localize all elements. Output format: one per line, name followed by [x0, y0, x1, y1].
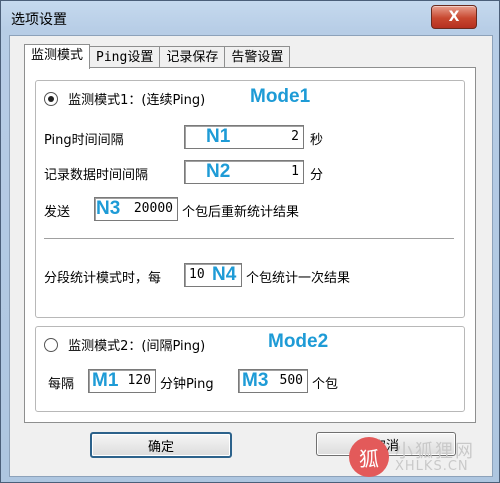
mode2-radio[interactable] — [44, 338, 58, 352]
close-button[interactable]: X — [431, 5, 477, 29]
ok-button[interactable]: 确定 — [90, 432, 232, 458]
tab-monitor-mode[interactable]: 监测模式 — [24, 44, 91, 69]
mode1-radio[interactable] — [44, 92, 58, 106]
title-bar[interactable]: 选项设置 X — [1, 1, 499, 35]
mode2-label: 监测模式2：(间隔Ping) — [68, 339, 206, 354]
fox-logo-icon: 狐 — [349, 437, 389, 477]
dialog-client-area: 监测模式 Ping设置 记录保存 告警设置 监测模式1：(连续Ping) Mod… — [9, 35, 493, 477]
record-interval-input[interactable]: 1 — [184, 160, 304, 184]
mode2-annotation: Mode2 — [268, 331, 329, 352]
record-interval-unit: 分 — [310, 168, 324, 183]
mode1-annotation: Mode1 — [250, 86, 311, 107]
mode2-suffix: 个包 — [312, 377, 339, 392]
mode1-group: 监测模式1：(连续Ping) Mode1 Ping时间间隔 2 N1 秒 记录数… — [35, 80, 465, 318]
mode2-interval-value: 120 — [127, 373, 151, 388]
ping-interval-unit: 秒 — [310, 133, 324, 148]
n4-annotation: N4 — [212, 264, 237, 285]
send-count-value: 20000 — [133, 201, 173, 216]
record-interval-label: 记录数据时间间隔 — [44, 168, 149, 183]
m1-annotation: M1 — [92, 370, 119, 391]
send-prefix: 发送 — [44, 205, 71, 220]
segment-prefix: 分段统计模式时，每 — [44, 271, 162, 286]
mode2-count-value: 500 — [279, 373, 303, 388]
segment-suffix: 个包统计一次结果 — [246, 271, 351, 286]
window-title: 选项设置 — [11, 12, 67, 28]
mode2-radio-row[interactable]: 监测模式2：(间隔Ping) — [44, 335, 205, 354]
tab-strip: 监测模式 Ping设置 记录保存 告警设置 — [24, 44, 291, 69]
tab-ping-settings[interactable]: Ping设置 — [89, 46, 161, 69]
tab-panel-monitor-mode: 监测模式1：(连续Ping) Mode1 Ping时间间隔 2 N1 秒 记录数… — [24, 67, 476, 423]
mode2-group: 监测模式2：(间隔Ping) Mode2 每隔 120 M1 分钟Ping 50… — [35, 326, 465, 412]
n3-annotation: N3 — [96, 198, 121, 219]
tab-alarm-settings[interactable]: 告警设置 — [224, 46, 291, 69]
tab-record-save[interactable]: 记录保存 — [159, 46, 226, 69]
watermark-logo: 狐 小狐狸网 XHLKS.CN — [349, 437, 497, 481]
mode1-radio-row[interactable]: 监测模式1：(连续Ping) — [44, 89, 205, 108]
record-interval-value: 1 — [291, 164, 299, 179]
mode2-prefix: 每隔 — [48, 377, 75, 392]
send-suffix: 个包后重新统计结果 — [182, 205, 300, 220]
separator — [44, 238, 454, 240]
n2-annotation: N2 — [206, 161, 231, 182]
ping-interval-input[interactable]: 2 — [184, 125, 304, 149]
segment-count-value: 10 — [189, 267, 205, 282]
watermark-text-en: XHLKS.CN — [395, 459, 469, 474]
n1-annotation: N1 — [206, 126, 231, 147]
ping-interval-value: 2 — [291, 129, 299, 144]
mode2-mid: 分钟Ping — [160, 377, 214, 392]
m3-annotation: M3 — [242, 370, 269, 391]
ping-interval-label: Ping时间间隔 — [44, 133, 124, 148]
options-dialog: 选项设置 X 监测模式 Ping设置 记录保存 告警设置 监测模式1：(连续Pi… — [0, 0, 500, 483]
mode1-label: 监测模式1：(连续Ping) — [68, 93, 206, 108]
